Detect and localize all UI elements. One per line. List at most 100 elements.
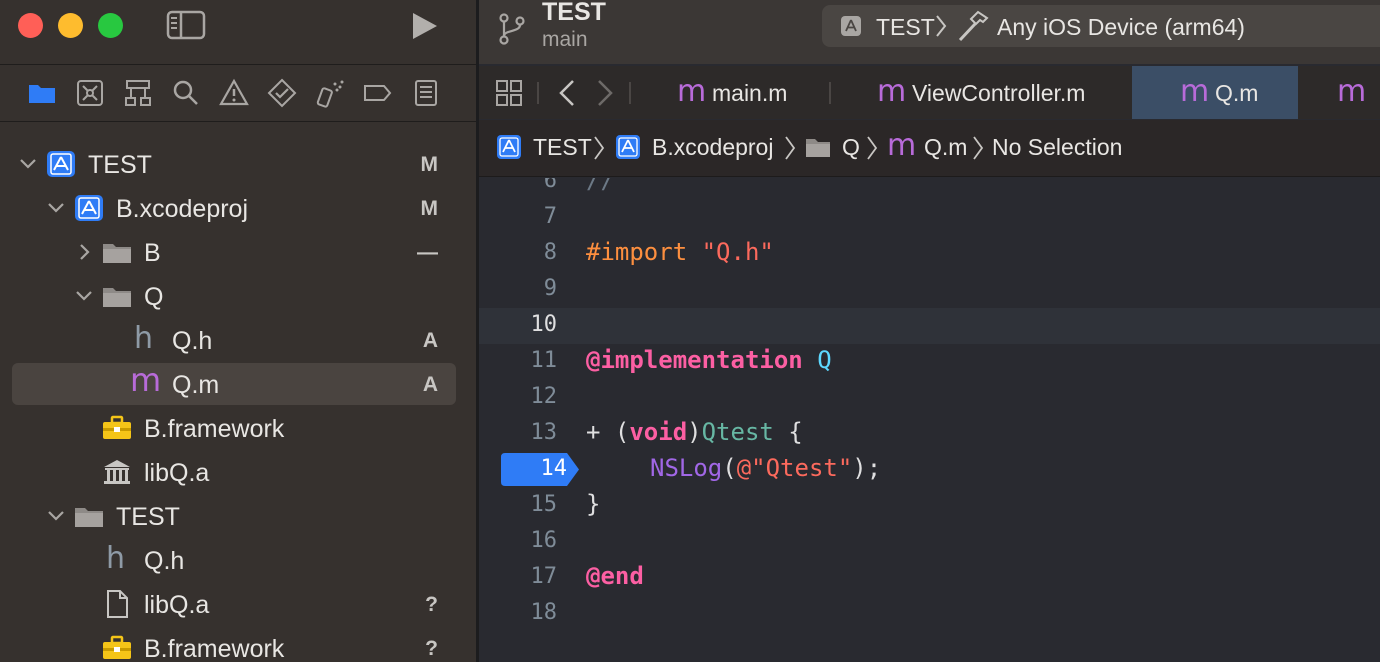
- chevron-down-icon[interactable]: [46, 198, 66, 218]
- tree-item-label: Q: [144, 283, 164, 311]
- chevron-down-icon[interactable]: [46, 506, 66, 526]
- class-name: Q: [817, 346, 832, 374]
- header-file-icon: h: [106, 541, 126, 576]
- chevron-down-icon[interactable]: [74, 286, 94, 306]
- jump-bar-item[interactable]: Q: [842, 134, 860, 161]
- xcode-project-icon: [616, 135, 640, 159]
- source-control-icon[interactable]: [75, 78, 105, 108]
- branch-name: main: [542, 28, 588, 51]
- tree-item-libq-a[interactable]: libQ.a: [12, 451, 456, 493]
- test-icon[interactable]: [267, 78, 297, 108]
- tree-item-q-m[interactable]: m Q.m A: [12, 361, 456, 405]
- scm-status-badge: M: [420, 197, 439, 220]
- objc-file-icon: m: [1337, 74, 1367, 109]
- tab-overflow[interactable]: m: [1299, 66, 1380, 119]
- line-number: 17: [530, 564, 558, 589]
- tree-item-b-xcodeproj[interactable]: B.xcodeproj M: [12, 187, 456, 229]
- scm-status-badge: A: [422, 373, 438, 396]
- navigator-sidebar: TEST M B.xcodeproj M B — Q h Q.h A m Q.m…: [0, 0, 476, 662]
- tree-item-label: libQ.a: [144, 591, 210, 619]
- related-items-icon[interactable]: [495, 79, 523, 107]
- tree-item-label: TEST: [88, 151, 152, 179]
- tree-item-test-project[interactable]: TEST M: [12, 143, 456, 185]
- divider: [537, 82, 539, 104]
- tree-item-q-h[interactable]: h Q.h A: [12, 319, 456, 361]
- current-line-highlight: 10: [479, 308, 1380, 344]
- navigator-selector-bar: [0, 66, 476, 121]
- jump-bar-item[interactable]: Q.m: [924, 134, 967, 161]
- tree-item-test-folder[interactable]: TEST: [12, 495, 456, 537]
- tree-item-label: B.framework: [144, 415, 285, 443]
- hammer-icon: [958, 10, 989, 42]
- tree-item-q-h-test[interactable]: h Q.h: [12, 539, 456, 581]
- tree-item-b-framework-test[interactable]: B.framework ?: [12, 627, 456, 662]
- report-icon[interactable]: [411, 78, 441, 108]
- back-icon[interactable]: [557, 78, 577, 108]
- line-number: 7: [543, 204, 557, 229]
- code-text: #import "Q.h": [586, 238, 774, 266]
- objc-file-icon: m: [1180, 74, 1210, 109]
- line-number: 18: [530, 600, 558, 625]
- scm-status-badge: —: [417, 241, 438, 264]
- scheme-target-name: TEST: [876, 14, 935, 40]
- tab-viewcontroller-m[interactable]: m ViewController.m: [849, 66, 1131, 119]
- chevron-down-icon[interactable]: [18, 154, 38, 174]
- minimize-window-button[interactable]: [58, 13, 83, 38]
- scm-status-badge: A: [422, 329, 438, 352]
- scheme-selector[interactable]: TEST Any iOS Device (arm64): [822, 5, 1380, 47]
- line-number: 14: [540, 456, 568, 481]
- close-window-button[interactable]: [18, 13, 43, 38]
- line-number: 11: [530, 348, 558, 373]
- string-literal: @"Qtest": [736, 454, 853, 482]
- sidebar-toggle-icon[interactable]: [166, 10, 206, 40]
- tree-item-q-folder[interactable]: Q: [12, 275, 456, 317]
- line-number: 10: [530, 312, 558, 337]
- jump-bar-item[interactable]: B.xcodeproj: [652, 134, 773, 161]
- source-editor[interactable]: 6 // 7 8 #import "Q.h" 9 10 11 @implemen…: [479, 178, 1380, 662]
- code-text: NSLog(@"Qtest");: [650, 454, 881, 482]
- document-icon: [107, 590, 128, 618]
- chevron-right-icon: [785, 136, 796, 160]
- tree-item-label: B.framework: [144, 635, 285, 662]
- folder-icon: [103, 244, 131, 263]
- hierarchy-icon[interactable]: [123, 78, 153, 108]
- scm-status-badge: ?: [425, 637, 438, 660]
- chevron-right-icon: [973, 136, 984, 160]
- line-number: 16: [530, 528, 558, 553]
- search-icon[interactable]: [171, 78, 201, 108]
- forward-icon[interactable]: [595, 78, 615, 108]
- objc-file-icon: m: [677, 74, 707, 109]
- jump-bar-item[interactable]: No Selection: [992, 134, 1122, 161]
- code-punctuation: + (: [586, 418, 630, 446]
- code-line: 12: [479, 380, 1380, 416]
- code-punctuation: );: [852, 454, 882, 482]
- jump-bar-item[interactable]: TEST: [533, 134, 592, 161]
- chevron-right-icon[interactable]: [74, 242, 94, 262]
- code-text: @implementation Q: [586, 346, 832, 374]
- tree-item-b-folder[interactable]: B —: [12, 231, 456, 273]
- run-icon[interactable]: [408, 10, 440, 42]
- tab-q-m[interactable]: m Q.m: [1132, 66, 1298, 119]
- chevron-right-icon: [594, 136, 605, 160]
- chevron-right-icon: [867, 136, 878, 160]
- preprocessor-directive: #import: [586, 238, 688, 266]
- warning-icon[interactable]: [219, 78, 249, 108]
- tab-main-m[interactable]: m main.m: [649, 66, 829, 119]
- code-line: 9: [479, 272, 1380, 308]
- debug-icon[interactable]: [315, 78, 345, 108]
- breakpoint-icon[interactable]: [362, 78, 392, 108]
- tree-item-libq-a-test[interactable]: libQ.a ?: [12, 583, 456, 625]
- line-number: 8: [543, 240, 557, 265]
- code-line: 8 #import "Q.h": [479, 236, 1380, 272]
- tree-item-b-framework[interactable]: B.framework: [12, 407, 456, 449]
- tree-item-label: Q.h: [172, 327, 213, 355]
- keyword: @end: [586, 562, 644, 590]
- folder-icon[interactable]: [27, 78, 57, 108]
- xcode-project-icon: [47, 151, 75, 177]
- objc-file-icon: m: [887, 128, 917, 163]
- framework-icon: [103, 415, 131, 439]
- zoom-window-button[interactable]: [98, 13, 123, 38]
- code-line: 6 //: [479, 178, 1380, 200]
- app-target-icon: [841, 16, 861, 36]
- function-call: NSLog: [650, 454, 723, 482]
